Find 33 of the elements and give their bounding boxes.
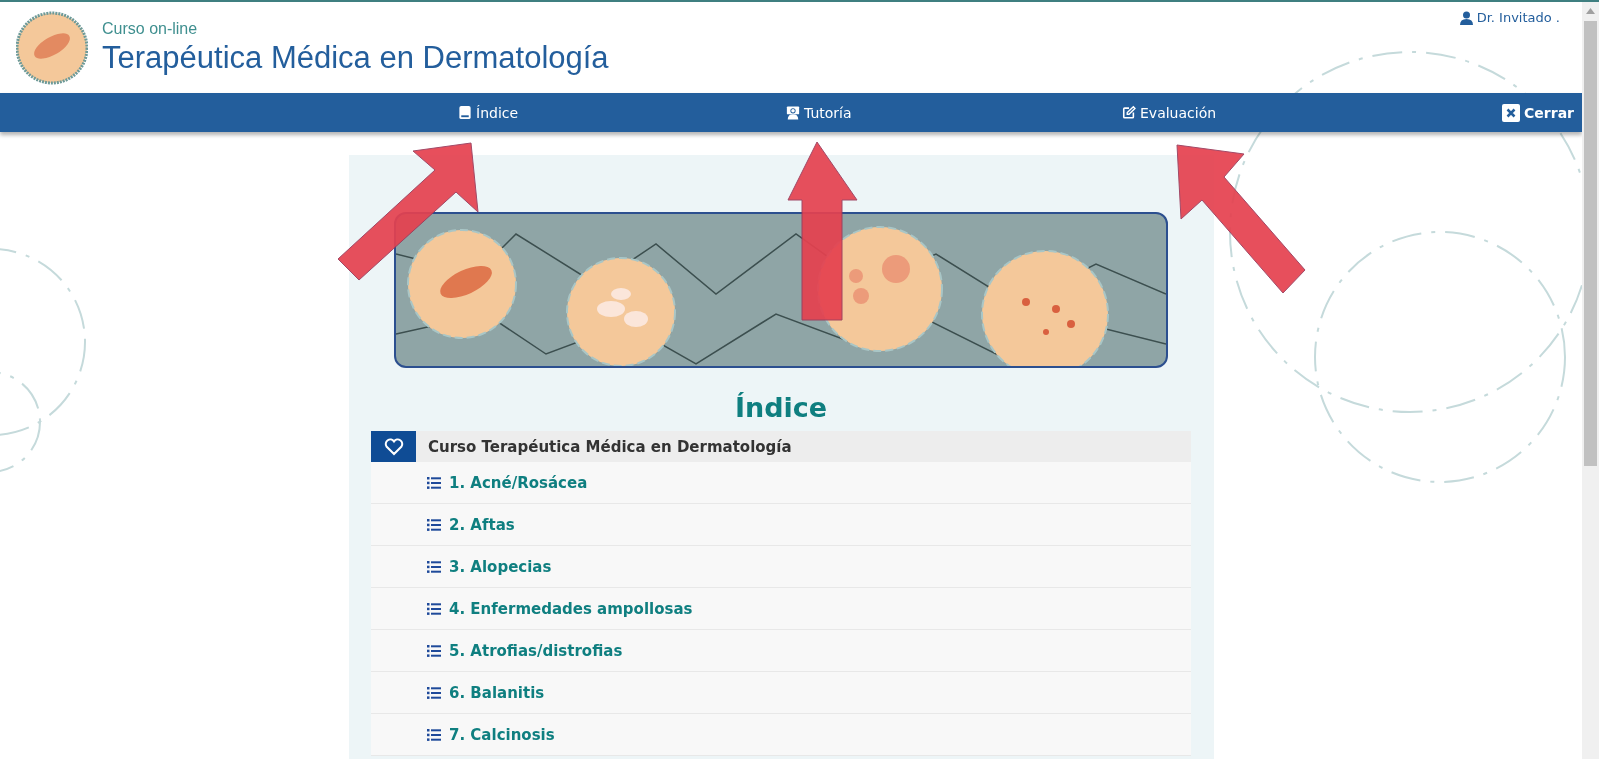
chapter-link[interactable]: 3. Alopecias bbox=[449, 557, 552, 576]
scroll-up-icon bbox=[1586, 8, 1595, 14]
book-icon bbox=[458, 105, 472, 120]
list-icon bbox=[427, 602, 441, 615]
course-subtitle: Curso on-line bbox=[102, 19, 199, 38]
course-title: Terapéutica Médica en Dermatología bbox=[102, 39, 609, 76]
chapter-link[interactable]: 4. Enfermedades ampollosas bbox=[449, 599, 693, 618]
scrollbar-thumb[interactable] bbox=[1584, 21, 1597, 466]
edit-icon bbox=[1122, 105, 1136, 120]
chapter-link[interactable]: 6. Balanitis bbox=[449, 683, 545, 702]
list-icon bbox=[427, 728, 441, 741]
heart-button[interactable] bbox=[371, 431, 416, 462]
user-icon bbox=[1459, 10, 1473, 25]
chapter-link[interactable]: 5. Atrofias/distrofias bbox=[449, 641, 623, 660]
course-name: Curso Terapéutica Médica en Dermatología bbox=[428, 437, 792, 456]
nav-link[interactable]: Evaluación bbox=[1122, 102, 1217, 123]
user-name[interactable]: Dr. Invitado . bbox=[1476, 10, 1560, 25]
scrollbar[interactable] bbox=[1582, 2, 1599, 759]
list-icon bbox=[427, 560, 441, 573]
list-icon bbox=[427, 644, 441, 657]
nav-link[interactable]: Índice bbox=[458, 102, 519, 123]
list-icon bbox=[427, 518, 441, 531]
list-icon bbox=[427, 686, 441, 699]
list-icon bbox=[427, 476, 441, 489]
person-board-icon bbox=[786, 105, 800, 120]
close-icon bbox=[1502, 103, 1521, 122]
nav-link[interactable]: Tutoría bbox=[786, 102, 852, 123]
close-button[interactable]: Cerrar bbox=[1502, 101, 1574, 124]
chapter-link[interactable]: 1. Acné/Rosácea bbox=[449, 473, 588, 492]
chapter-link[interactable]: 2. Aftas bbox=[449, 515, 515, 534]
index-heading: Índice bbox=[734, 392, 828, 423]
heart-icon bbox=[383, 437, 404, 456]
chapter-link[interactable]: 7. Calcinosis bbox=[449, 725, 555, 744]
